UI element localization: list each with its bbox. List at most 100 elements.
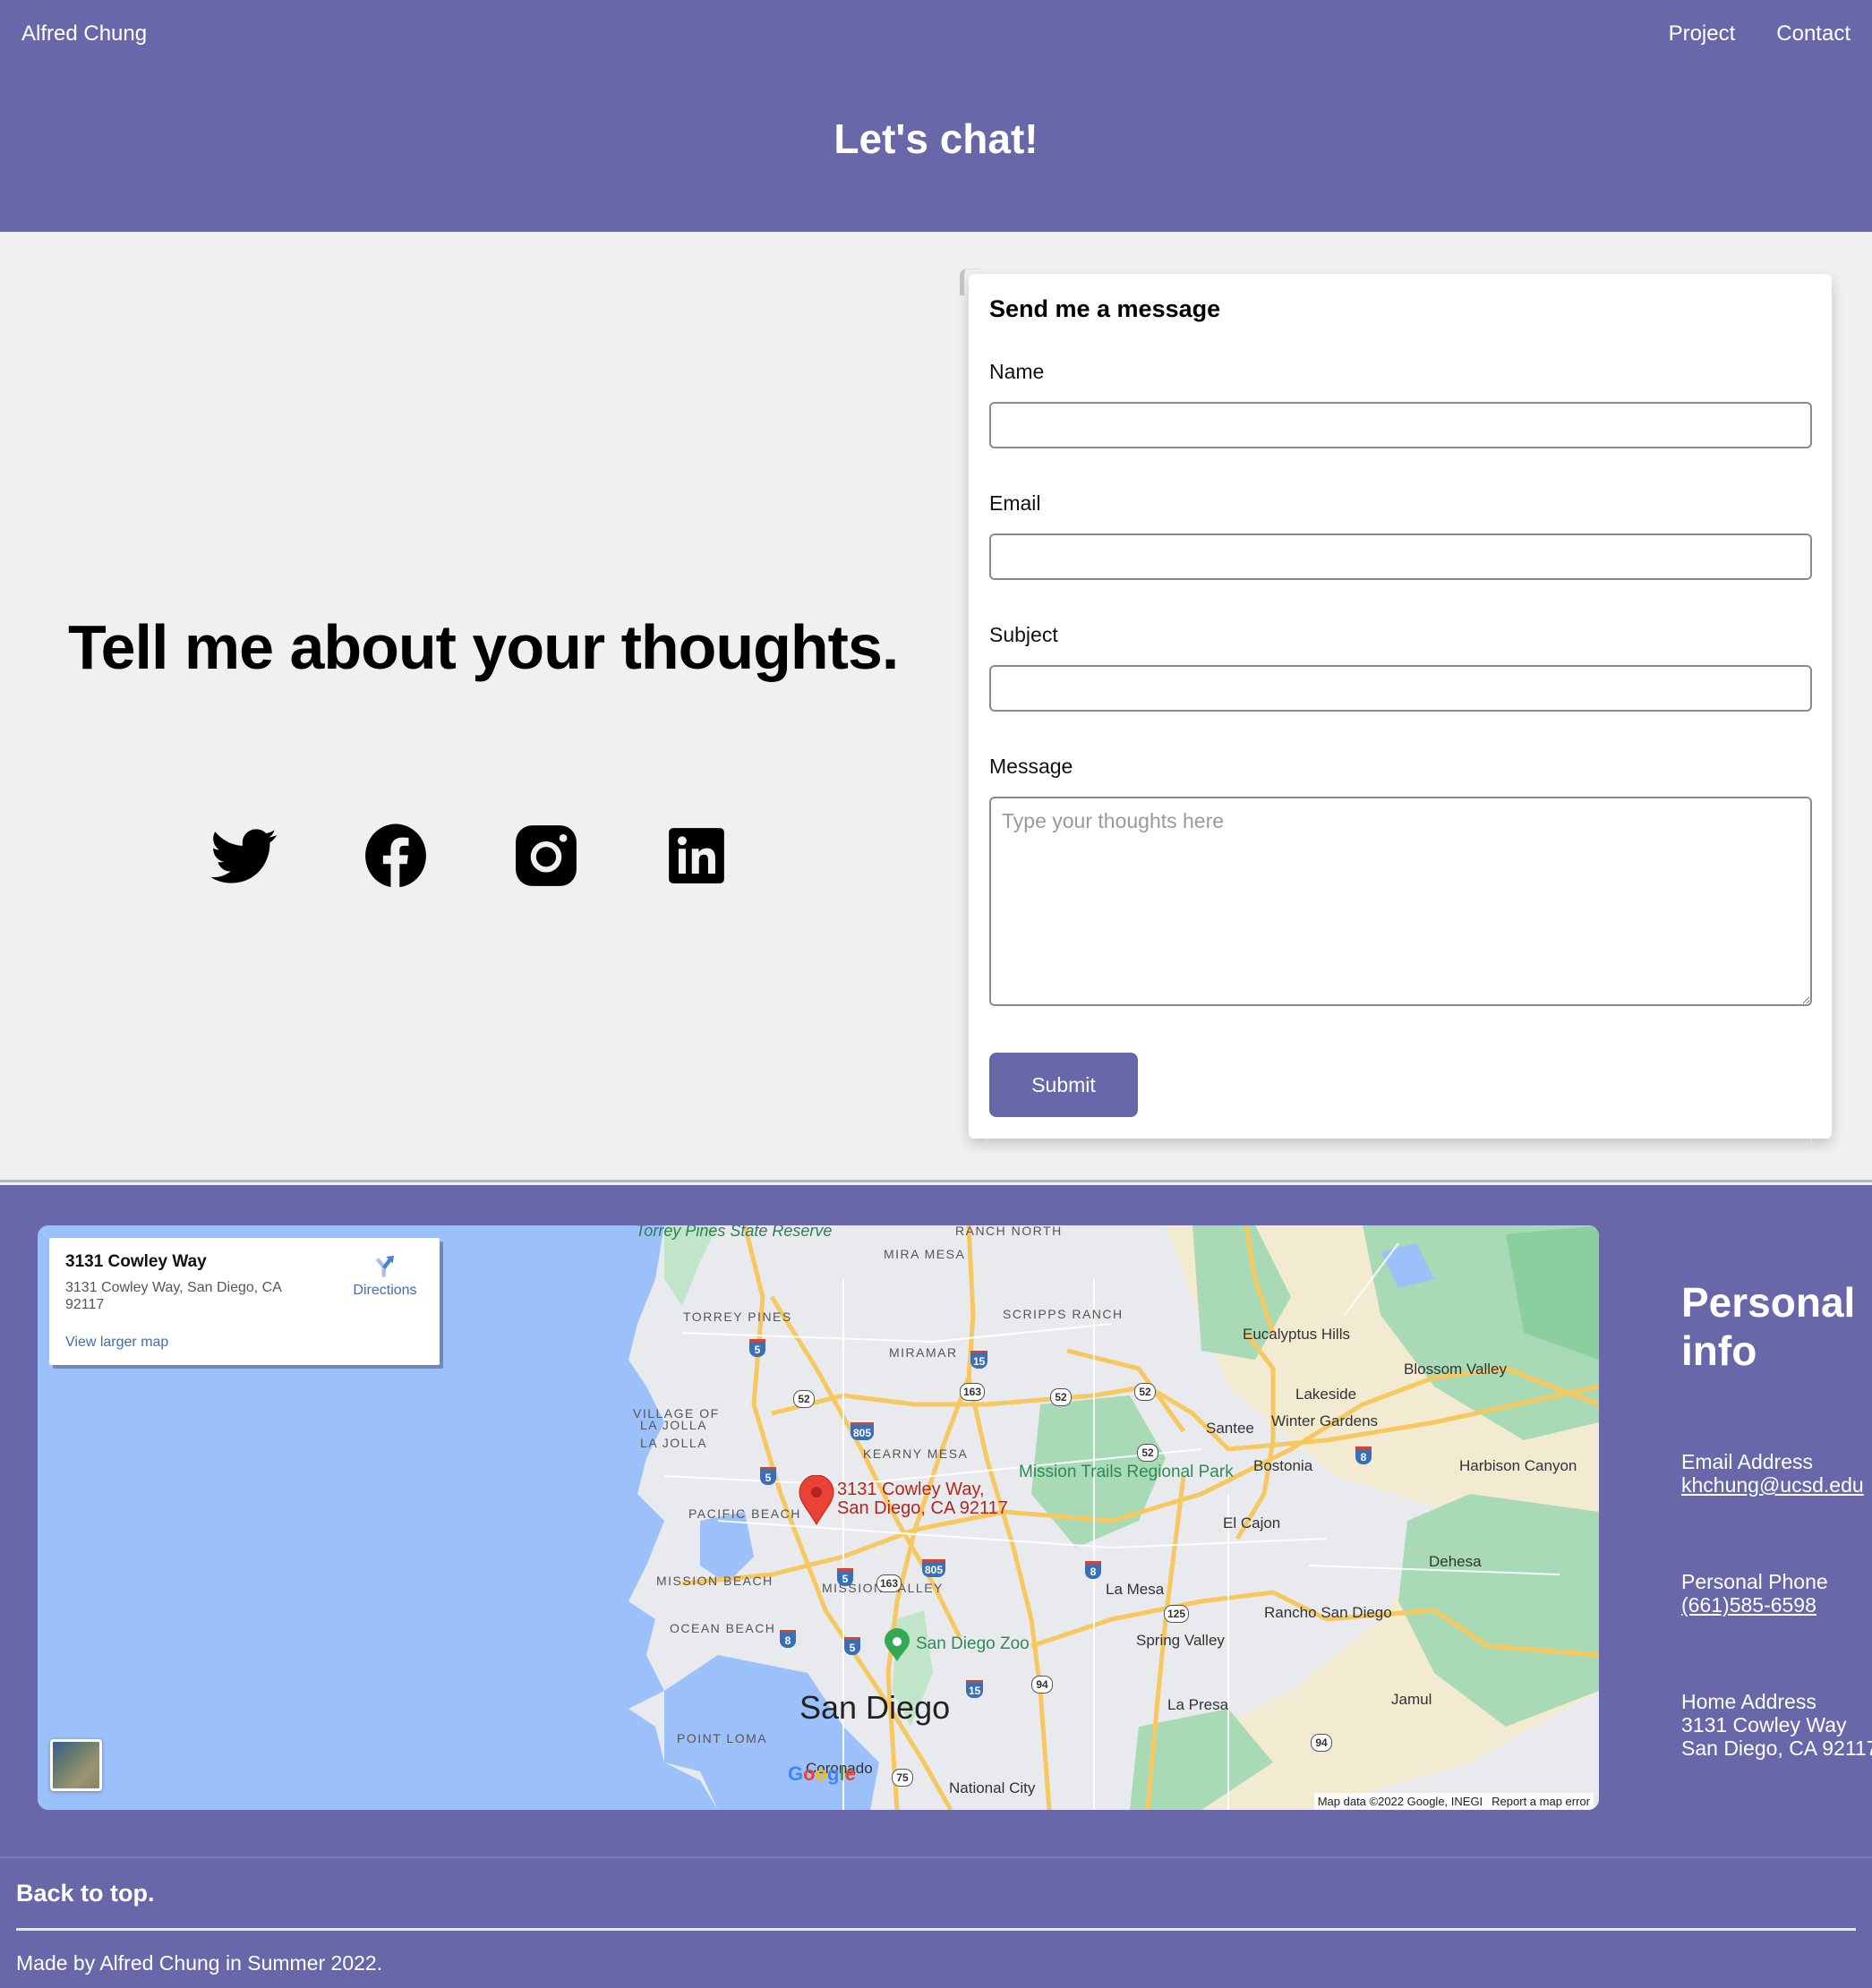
- state-route-shield: 163: [960, 1383, 986, 1401]
- satellite-toggle[interactable]: [50, 1739, 102, 1791]
- email-input[interactable]: [989, 533, 1812, 580]
- state-route-shield: 94: [1031, 1676, 1053, 1694]
- email-block: Email Address khchung@ucsd.edu: [1681, 1450, 1864, 1497]
- map-town: Bostonia: [1253, 1457, 1313, 1474]
- address-line2: San Diego, CA 92117: [1681, 1736, 1872, 1760]
- map-park-zoo: San Diego Zoo: [916, 1634, 1030, 1653]
- facebook-link[interactable]: [363, 823, 429, 889]
- phone-link[interactable]: (661)585-6598: [1681, 1593, 1816, 1617]
- interstate-shield: 805: [851, 1422, 875, 1440]
- message-label: Message: [989, 755, 1073, 778]
- main-nav: Project Contact: [1669, 21, 1851, 47]
- subject-input[interactable]: [989, 665, 1812, 712]
- instagram-link[interactable]: [513, 823, 579, 889]
- map-label: LA JOLLA: [640, 1418, 708, 1432]
- map-city-label: San Diego: [799, 1689, 951, 1726]
- form-title: Send me a message: [989, 295, 1221, 322]
- card-corner-decoration: [960, 269, 979, 295]
- map-label: MIRA MESA: [884, 1247, 966, 1261]
- name-input[interactable]: [989, 402, 1812, 448]
- state-route-shield: 52: [1050, 1388, 1072, 1406]
- map-label: PACIFIC BEACH: [688, 1506, 801, 1521]
- map-town: Blossom Valley: [1404, 1361, 1507, 1378]
- nav-contact[interactable]: Contact: [1776, 21, 1851, 47]
- map-town: La Presa: [1167, 1696, 1229, 1713]
- address-label: Home Address: [1681, 1690, 1816, 1713]
- pin-label-line1: 3131 Cowley Way,: [837, 1480, 985, 1499]
- map-label: LA JOLLA: [640, 1436, 708, 1450]
- place-card: 3131 Cowley Way 3131 Cowley Way, San Die…: [49, 1238, 440, 1365]
- twitter-icon: [211, 829, 277, 883]
- map-town: Eucalyptus Hills: [1243, 1326, 1350, 1343]
- map-label-torrey-reserve: Torrey Pines State Reserve: [636, 1225, 833, 1240]
- map-label: TORREY PINES: [683, 1310, 792, 1324]
- subject-label: Subject: [989, 623, 1058, 646]
- email-label: Email Address: [1681, 1450, 1814, 1473]
- pin-label-line2: San Diego, CA 92117: [837, 1498, 1008, 1518]
- report-map-error-link[interactable]: Report a map error: [1492, 1795, 1590, 1808]
- map-town: Jamul: [1391, 1691, 1432, 1708]
- map-town: El Cajon: [1223, 1514, 1281, 1532]
- embedded-map[interactable]: Torrey Pines State Reserve RANCH NORTH M…: [38, 1225, 1599, 1810]
- interstate-shield: 8: [780, 1630, 796, 1648]
- interstate-shield: 5: [844, 1637, 860, 1655]
- interstate-shield: 805: [922, 1559, 946, 1577]
- directions-label: Directions: [353, 1283, 417, 1298]
- twitter-link[interactable]: [211, 823, 278, 889]
- map-town: Lakeside: [1295, 1386, 1357, 1403]
- map-park-mission-trails: Mission Trails Regional Park: [1019, 1463, 1234, 1481]
- state-route-shield: 52: [1134, 1383, 1156, 1401]
- phone-label: Personal Phone: [1681, 1570, 1828, 1593]
- info-section: Torrey Pines State Reserve RANCH NORTH M…: [0, 1185, 1872, 1856]
- map-label: MISSION BEACH: [656, 1574, 774, 1588]
- directions-button[interactable]: Directions: [345, 1252, 425, 1299]
- location-pin-icon[interactable]: [799, 1475, 834, 1525]
- map-label: MIRAMAR: [889, 1345, 958, 1360]
- interstate-shield: 15: [970, 1351, 988, 1369]
- map-town: Rancho San Diego: [1264, 1604, 1392, 1621]
- map-label: SCRIPPS RANCH: [1003, 1307, 1124, 1321]
- map-town: Harbison Canyon: [1459, 1457, 1577, 1474]
- message-textarea[interactable]: [989, 797, 1812, 1006]
- map-town: Winter Gardens: [1271, 1412, 1379, 1429]
- back-to-top-link[interactable]: Back to top.: [16, 1880, 155, 1907]
- email-link[interactable]: khchung@ucsd.edu: [1681, 1473, 1864, 1497]
- facebook-icon: [365, 823, 426, 888]
- state-route-shield: 75: [892, 1769, 913, 1787]
- phone-block: Personal Phone (661)585-6598: [1681, 1570, 1828, 1617]
- instagram-icon: [516, 825, 577, 886]
- linkedin-link[interactable]: [663, 823, 730, 889]
- map-label: OCEAN BEACH: [670, 1621, 776, 1635]
- submit-button[interactable]: Submit: [989, 1053, 1138, 1117]
- brand-link[interactable]: Alfred Chung: [21, 21, 147, 47]
- interstate-shield: 8: [1085, 1561, 1101, 1579]
- contact-section: Tell me about your thoughts. Send me a m…: [0, 232, 1872, 1182]
- view-larger-map-link[interactable]: View larger map: [65, 1335, 168, 1351]
- page-title: Let's chat!: [833, 115, 1039, 162]
- map-town: Spring Valley: [1136, 1632, 1225, 1649]
- social-links: [0, 823, 940, 894]
- card-shadow-decoration: [987, 1139, 1812, 1149]
- state-route-shield: 52: [1137, 1444, 1158, 1462]
- interstate-shield: 15: [966, 1680, 984, 1698]
- email-label: Email: [989, 491, 1041, 515]
- state-route-shield: 52: [793, 1390, 815, 1408]
- directions-icon: [375, 1255, 394, 1277]
- state-route-shield: 163: [876, 1574, 902, 1592]
- state-route-shield: 125: [1164, 1605, 1190, 1623]
- map-town: Santee: [1206, 1420, 1254, 1437]
- map-attribution: Map data ©2022 Google, INEGI Report a ma…: [1313, 1793, 1594, 1810]
- footer-credits: Made by Alfred Chung in Summer 2022.: [16, 1951, 383, 1975]
- linkedin-icon: [669, 828, 724, 883]
- interstate-shield: 5: [749, 1339, 765, 1357]
- zoo-marker-icon: [885, 1628, 910, 1661]
- state-route-shield: 94: [1311, 1734, 1332, 1752]
- footer-divider: [16, 1928, 1856, 1931]
- address-line1: 3131 Cowley Way: [1681, 1713, 1847, 1736]
- map-label: KEARNY MESA: [863, 1446, 969, 1461]
- personal-info-title: Personal info: [1681, 1279, 1856, 1374]
- site-footer: Back to top. Made by Alfred Chung in Sum…: [0, 1856, 1872, 1988]
- interstate-shield: 5: [760, 1467, 776, 1485]
- nav-project[interactable]: Project: [1669, 21, 1736, 47]
- name-label: Name: [989, 360, 1045, 383]
